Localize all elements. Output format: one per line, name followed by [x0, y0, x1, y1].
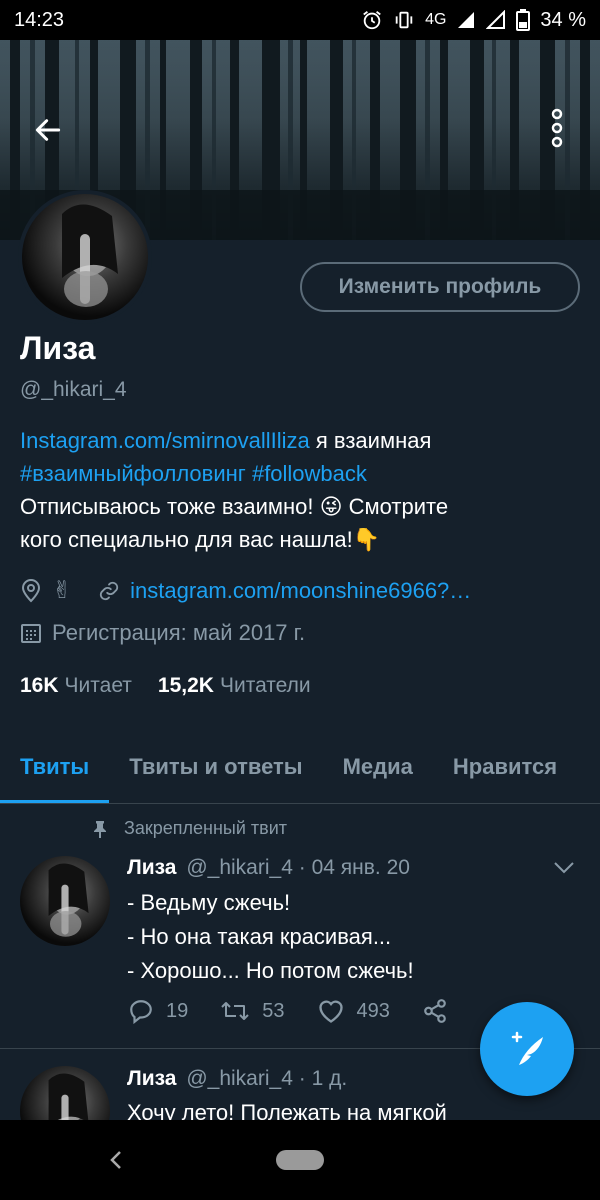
avatar-image	[62, 204, 118, 307]
tweet-line: - Ведьму сжечь!	[127, 890, 291, 915]
signal-2-icon	[486, 10, 506, 29]
tweet-header: Лиза @_hikari_4 · 1 д.	[127, 1067, 347, 1091]
tweet-avatar[interactable]	[20, 856, 110, 946]
tab-tweets-and-replies[interactable]: Твиты и ответы	[109, 730, 322, 803]
back-arrow-icon	[35, 119, 61, 141]
share-icon	[424, 999, 446, 1023]
calendar-icon	[21, 624, 41, 643]
compose-tweet-icon	[511, 1031, 543, 1065]
like-count: 493	[356, 999, 390, 1022]
tweet-header: Лиза @_hikari_4 · 04 янв. 20	[127, 856, 410, 880]
like-button[interactable]: 493	[317, 998, 390, 1024]
profile-handle: @_hikari_4	[20, 378, 127, 401]
profile-website[interactable]: instagram.com/moonshine6966?…	[130, 578, 471, 604]
bio-text-1: я взаимная	[309, 428, 432, 453]
following-label: Читает	[64, 674, 132, 697]
tweet-separator: ·	[298, 1067, 306, 1090]
profile-name: Лиза	[20, 330, 96, 366]
profile-bio: Instagram.com/smirnovallIliza я взаимная…	[20, 424, 580, 556]
bio-instagram-link[interactable]: Instagram.com/smirnovallIliza	[20, 428, 310, 453]
bio-hashtag-1[interactable]: #взаимныйфолловинг	[20, 461, 246, 486]
network-label: 4G	[425, 11, 447, 28]
tweet-author-name[interactable]: Лиза	[127, 1067, 177, 1090]
tweet-actions: 19 53 493	[128, 998, 492, 1024]
bio-text-3: кого специально для вас нашла!👇	[20, 527, 381, 552]
tweet-body: - Ведьму сжечь! - Но она такая красивая.…	[127, 886, 567, 988]
tweet-line: - Но она такая красивая...	[127, 924, 392, 949]
tweet-separator: ·	[298, 856, 306, 879]
chevron-down-icon	[554, 862, 574, 874]
more-options-button[interactable]	[542, 106, 572, 150]
battery-level: 34 %	[540, 8, 586, 31]
profile-avatar[interactable]	[18, 190, 152, 324]
chevron-left-icon	[110, 1151, 121, 1169]
status-bar: 14:23 4G 34 %	[0, 0, 600, 40]
profile-location: ✌	[52, 577, 73, 604]
followers-stat[interactable]: 15,2K Читатели	[158, 674, 311, 698]
retweet-button[interactable]: 53	[220, 998, 285, 1024]
followers-count: 15,2K	[157, 674, 214, 697]
tweet-avatar-image	[48, 863, 89, 937]
tweet-date: 1 д.	[311, 1067, 348, 1090]
more-vert-icon	[551, 108, 563, 148]
following-count: 16K	[20, 674, 59, 697]
signal-icon	[458, 12, 475, 28]
reply-icon	[130, 1000, 152, 1024]
system-back-button[interactable]	[100, 1144, 132, 1176]
tab-tweets[interactable]: Твиты	[0, 730, 110, 803]
tweet-author-handle: @_hikari_4	[186, 856, 293, 879]
status-icons: 4G 34 %	[361, 9, 586, 32]
share-button[interactable]	[422, 998, 460, 1024]
system-nav-bar	[0, 1120, 600, 1200]
back-button[interactable]	[28, 110, 68, 150]
bio-hashtag-2[interactable]: #followback	[252, 461, 367, 486]
link-icon	[99, 581, 119, 600]
profile-join-date-row: Регистрация: май 2017 г.	[20, 620, 305, 646]
vibrate-icon	[395, 11, 413, 29]
tweet-author-name[interactable]: Лиза	[127, 856, 177, 879]
profile-meta-row: ✌ instagram.com/moonshine6966?…	[20, 576, 471, 605]
reply-count: 19	[166, 999, 189, 1022]
followers-label: Читатели	[219, 674, 311, 697]
bio-text-2: Отписываюсь тоже взаимно! 😜 Смотрите	[20, 494, 449, 519]
tweet-author-handle: @_hikari_4	[186, 1067, 293, 1090]
status-time: 14:23	[14, 8, 65, 31]
retweet-count: 53	[262, 999, 285, 1022]
tab-media[interactable]: Медиа	[323, 730, 433, 803]
battery-icon	[516, 9, 531, 31]
following-stat[interactable]: 16K Читает	[20, 674, 132, 698]
follow-stats: 16K Читает 15,2K Читатели	[20, 674, 311, 698]
compose-tweet-button[interactable]	[480, 1002, 574, 1096]
retweet-icon	[221, 1002, 249, 1020]
profile-tabs: Твиты Твиты и ответы Медиа Нравится	[0, 730, 600, 804]
pinned-label-text: Закрепленный твит	[124, 818, 288, 838]
tweet-line: - Хорошо... Но потом сжечь!	[127, 958, 414, 983]
pinned-tweet-label: Закрепленный твит	[92, 818, 287, 839]
location-pin-icon	[21, 578, 41, 602]
reply-button[interactable]: 19	[128, 998, 188, 1024]
system-home-button[interactable]	[276, 1150, 324, 1170]
tweet-date: 04 янв. 20	[311, 856, 410, 879]
profile-join-date: Регистрация: май 2017 г.	[52, 620, 306, 645]
like-icon	[318, 1000, 343, 1023]
tweet-menu-button[interactable]	[550, 854, 578, 882]
pin-icon	[94, 820, 106, 838]
tab-likes[interactable]: Нравится	[433, 730, 577, 803]
alarm-icon	[363, 11, 381, 30]
edit-profile-button[interactable]: Изменить профиль	[300, 262, 580, 312]
